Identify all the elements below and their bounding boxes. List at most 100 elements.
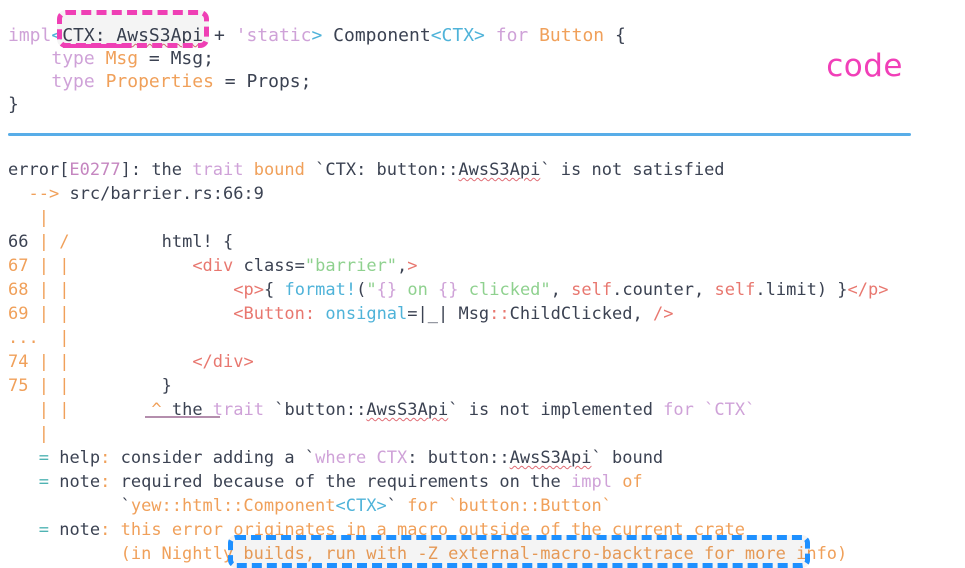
error-output-line: ... | (8, 328, 69, 349)
code-token: <Button: (233, 304, 316, 324)
code-token: | (59, 352, 70, 372)
code-token: the (161, 400, 213, 420)
error-output-line: | (8, 424, 49, 445)
code-token: src/barrier.rs:66:9 (59, 184, 264, 204)
code-token: self (714, 280, 756, 300)
code-token: ________ (69, 400, 151, 420)
code-token: 74 (8, 352, 29, 372)
error-output-line: --> src/barrier.rs:66:9 (8, 184, 264, 205)
code-token: Msg (170, 48, 204, 69)
code-token: 67 (8, 256, 29, 276)
code-token: /> (652, 304, 674, 324)
code-token: onsignal (325, 304, 408, 324)
code-token: / (59, 232, 70, 252)
code-token: trait (212, 400, 264, 420)
code-token: type (51, 48, 95, 69)
code-token: Props (246, 71, 301, 92)
code-token: 'static (235, 25, 312, 46)
code-line: } (8, 94, 19, 116)
code-token: | (38, 304, 49, 324)
error-output-line: 66 | / html! { (8, 232, 233, 253)
error-output-line: 67 | | <div class="barrier",> (8, 256, 418, 277)
code-token: CTX (62, 25, 95, 46)
code-token: ` is not satisfied (540, 160, 725, 180)
code-token: {} (376, 280, 398, 300)
code-token: | (38, 232, 49, 252)
code-token: `CTX: button:: (304, 160, 459, 180)
code-token: } (8, 94, 19, 115)
code-token: `button:: (263, 400, 367, 420)
code-token: impl (570, 472, 612, 492)
code-token: > (407, 256, 418, 276)
code-token: =|_| Msg (407, 304, 490, 324)
code-token: ( (356, 280, 367, 300)
code-token: AwsS3Api (509, 448, 592, 468)
section-divider (8, 133, 911, 136)
code-token: Button (539, 25, 605, 46)
code-token: html! { (69, 232, 234, 252)
code-token: `CTX` (704, 400, 756, 420)
code-token: ]: the (120, 160, 193, 180)
code-token: , (397, 256, 408, 276)
code-token: = (38, 520, 49, 540)
code-token: | (38, 400, 49, 420)
code-token: | (59, 400, 70, 420)
code-token: | (38, 256, 49, 276)
error-output-line: error[E0277]: the trait bound `CTX: butt… (8, 160, 725, 181)
code-token: on (397, 280, 439, 300)
error-output-line: = note: this error originates in a macro… (8, 520, 745, 541)
error-output-line: = note: required because of the requirem… (8, 472, 643, 493)
code-token: trait (192, 160, 244, 180)
code-token: | (59, 328, 70, 348)
code-token: " (366, 280, 377, 300)
code-token: .counter, (612, 280, 715, 300)
code-token: { (604, 25, 626, 46)
code-token: <CTX> (430, 25, 485, 46)
code-token: self (571, 280, 613, 300)
code-token: ` is not implemented (448, 400, 664, 420)
code-line: type Msg = Msg; (8, 48, 214, 70)
code-token: | (38, 280, 49, 300)
code-token: : (100, 520, 111, 540)
code-token: Properties (105, 71, 214, 92)
code-token: this error originates in a macro outside… (120, 520, 745, 540)
error-output-line: 68 | | <p>{ format!("{} on {} clicked", … (8, 280, 888, 301)
error-output-line: | |________^ the trait `button::AwsS3Api… (8, 400, 756, 421)
code-token: | (59, 304, 70, 324)
code-token: </div> (192, 352, 254, 372)
code-token: clicked" (458, 280, 551, 300)
code-token: :: (489, 304, 510, 324)
code-token: < (51, 25, 63, 46)
code-token: : (94, 25, 117, 46)
code-token: {} (438, 280, 459, 300)
code-token: | (59, 376, 70, 396)
code-token: 75 (8, 376, 29, 396)
error-output-line: (in Nightly builds, run with -Z external… (8, 544, 848, 565)
code-token: <div (192, 256, 234, 276)
code-token: --> (28, 184, 60, 204)
code-token: : (100, 472, 111, 492)
code-snippet-panel: impl<CTX: AwsS3Api + 'static> Component<… (0, 0, 965, 128)
code-token: | (59, 280, 70, 300)
code-token: .limit) } (755, 280, 848, 300)
code-token: ; (300, 71, 312, 92)
